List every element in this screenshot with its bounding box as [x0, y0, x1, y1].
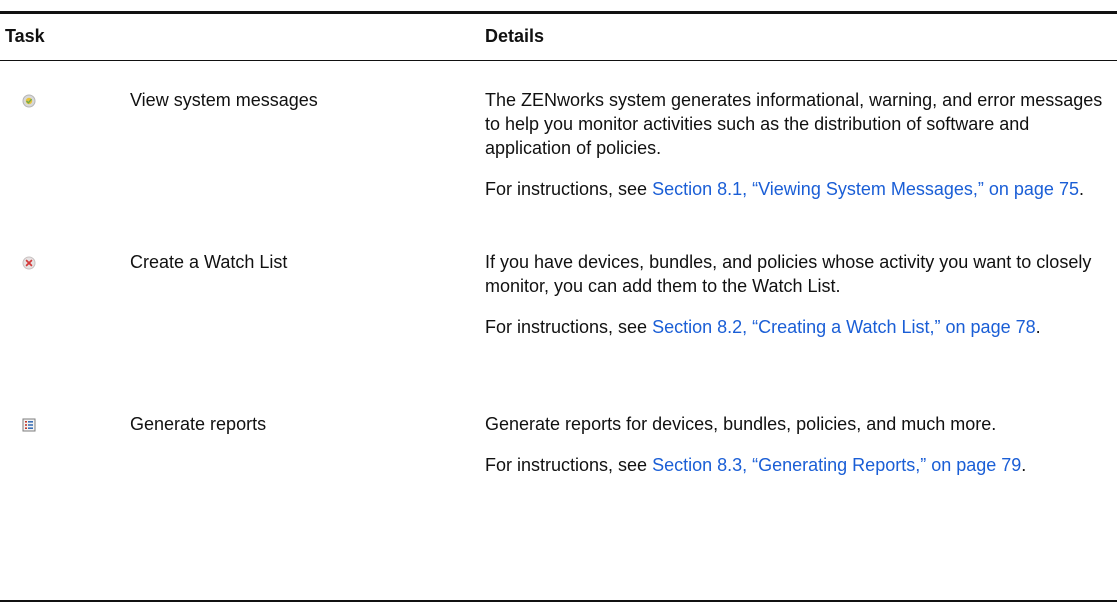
table-header-rule	[0, 60, 1117, 61]
task-instructions: For instructions, see Section 8.1, “View…	[485, 179, 1084, 199]
table-top-rule	[0, 11, 1117, 14]
task-details: If you have devices, bundles, and polici…	[485, 250, 1110, 339]
section-link[interactable]: Section 8.3, “Generating Reports,” on pa…	[652, 455, 1021, 475]
task-description: If you have devices, bundles, and polici…	[485, 252, 1092, 296]
task-instructions: For instructions, see Section 8.3, “Gene…	[485, 455, 1027, 475]
task-name: View system messages	[130, 90, 318, 110]
task-details: The ZENworks system generates informatio…	[485, 88, 1110, 201]
watch-list-icon	[22, 256, 36, 270]
reports-icon	[22, 418, 36, 432]
task-details: Generate reports for devices, bundles, p…	[485, 412, 1110, 477]
system-messages-icon	[22, 94, 36, 108]
task-name: Create a Watch List	[130, 252, 288, 272]
section-link[interactable]: Section 8.1, “Viewing System Messages,” …	[652, 179, 1079, 199]
column-header-details: Details	[485, 26, 545, 46]
task-name: Generate reports	[130, 414, 267, 434]
tasks-table: Task Details View system messages The ZE…	[0, 0, 1117, 605]
column-header-task: Task	[5, 26, 45, 46]
task-instructions: For instructions, see Section 8.2, “Crea…	[485, 317, 1041, 337]
table-bottom-rule	[0, 600, 1117, 602]
task-description: Generate reports for devices, bundles, p…	[485, 414, 997, 434]
section-link[interactable]: Section 8.2, “Creating a Watch List,” on…	[652, 317, 1036, 337]
task-description: The ZENworks system generates informatio…	[485, 90, 1103, 158]
